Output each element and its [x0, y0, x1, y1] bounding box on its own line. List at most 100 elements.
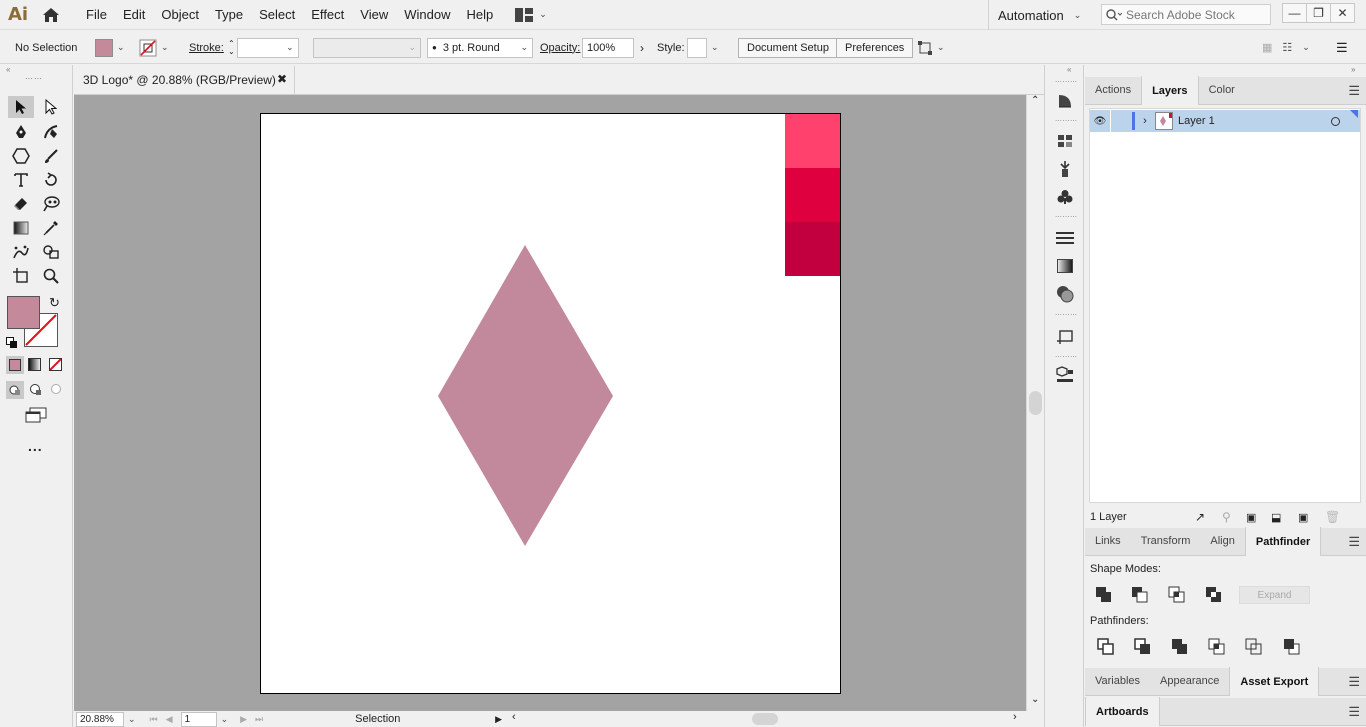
shape-builder-tool-icon[interactable]: [38, 241, 64, 263]
brushes-icon[interactable]: [1055, 159, 1075, 179]
scroll-up-icon[interactable]: ⌃: [1031, 95, 1039, 106]
opacity-control[interactable]: 100% ›: [582, 31, 644, 64]
panel-menu-icon[interactable]: ☰: [1348, 534, 1360, 550]
home-icon[interactable]: [36, 0, 66, 30]
draw-normal-icon[interactable]: [6, 381, 24, 399]
document-setup-button[interactable]: Document Setup: [738, 37, 838, 58]
arrange-documents-button[interactable]: ⌄: [515, 7, 547, 22]
opacity-field[interactable]: 100%: [582, 37, 634, 58]
symbols-icon[interactable]: [1055, 187, 1075, 207]
zoom-field[interactable]: 20.88%: [76, 711, 124, 727]
swatch-chip-1[interactable]: [785, 114, 840, 168]
status-menu-icon[interactable]: ▶: [495, 714, 502, 725]
symbol-sprayer-tool-icon[interactable]: [8, 241, 34, 263]
stroke-color-control[interactable]: ⌄: [139, 31, 169, 64]
artboard-number-field[interactable]: 1: [180, 711, 217, 727]
draw-inside-icon[interactable]: [50, 383, 63, 399]
unite-icon[interactable]: [1095, 586, 1113, 604]
default-fill-stroke-icon[interactable]: [6, 337, 18, 352]
vertical-scrollbar[interactable]: ⌃ ⌄: [1026, 95, 1044, 711]
next-artboard-icon[interactable]: ▶: [240, 714, 247, 725]
transparency-icon[interactable]: [1055, 284, 1075, 304]
menu-file[interactable]: File: [78, 0, 115, 30]
trim-icon[interactable]: [1134, 638, 1152, 656]
stroke-weight-field[interactable]: ⌄: [236, 37, 299, 58]
menu-help[interactable]: Help: [458, 0, 501, 30]
menu-view[interactable]: View: [352, 0, 396, 30]
menu-object[interactable]: Object: [153, 0, 207, 30]
scroll-right-icon[interactable]: ›: [1013, 711, 1017, 723]
scroll-down-icon[interactable]: ⌄: [1031, 694, 1039, 705]
selection-tool-icon[interactable]: [8, 96, 34, 118]
panel-menu-icon[interactable]: ☰: [1348, 83, 1360, 99]
tab-variables[interactable]: Variables: [1085, 667, 1150, 695]
gradient-tool-icon[interactable]: [8, 217, 34, 239]
tab-asset-export[interactable]: Asset Export: [1229, 667, 1320, 696]
status-tool-label[interactable]: Selection: [355, 713, 400, 725]
direct-selection-tool-icon[interactable]: [38, 96, 64, 118]
delete-layer-icon[interactable]: 🗑: [1325, 510, 1340, 524]
graphic-style-control[interactable]: ⌄: [687, 31, 719, 64]
divide-icon[interactable]: [1097, 638, 1115, 656]
tab-layers[interactable]: Layers: [1141, 76, 1199, 105]
edit-toolbar-button[interactable]: ...: [28, 438, 43, 454]
close-window-button[interactable]: ✕: [1330, 3, 1355, 23]
tab-transform[interactable]: Transform: [1131, 527, 1201, 555]
zoom-tool-icon[interactable]: [38, 265, 64, 287]
artboard-tool-icon[interactable]: [8, 265, 34, 287]
navigator-icon[interactable]: [1055, 91, 1075, 111]
vertical-scroll-thumb[interactable]: [1029, 391, 1042, 415]
collapse-dock-icon[interactable]: «: [1067, 65, 1072, 74]
preferences-button[interactable]: Preferences: [836, 37, 914, 58]
swap-fill-stroke-icon[interactable]: ↻: [49, 295, 60, 311]
swatch-chip-3[interactable]: [785, 222, 840, 276]
diamond-shape[interactable]: [261, 114, 842, 695]
horizontal-scroll-thumb[interactable]: [752, 713, 778, 725]
intersect-icon[interactable]: [1168, 586, 1186, 604]
rotate-tool-icon[interactable]: [38, 169, 64, 191]
tab-artboards[interactable]: Artboards: [1085, 697, 1160, 726]
expand-layer-icon[interactable]: ›: [1135, 115, 1155, 127]
tab-color[interactable]: Color: [1199, 76, 1245, 104]
dock-grip[interactable]: ⋯⋯⋯: [1055, 311, 1077, 319]
shape-tool-icon[interactable]: [8, 145, 34, 167]
menu-type[interactable]: Type: [207, 0, 251, 30]
canvas[interactable]: [74, 95, 1026, 711]
fill-color-control[interactable]: ⌄: [95, 31, 125, 64]
tab-align[interactable]: Align: [1200, 527, 1244, 555]
search-adobe-stock-input[interactable]: Search Adobe Stock: [1101, 4, 1271, 25]
fill-swatch[interactable]: [95, 38, 113, 57]
lock-toggle[interactable]: [1110, 110, 1132, 132]
visibility-eye-icon[interactable]: 👁: [1090, 116, 1110, 127]
layer-row[interactable]: 👁 › Layer 1: [1090, 110, 1360, 132]
horizontal-scrollbar[interactable]: ‹ ›: [508, 711, 1026, 727]
fill-color-swatch[interactable]: [7, 296, 40, 329]
swatches-icon[interactable]: [1055, 131, 1075, 151]
gradient-panel-icon[interactable]: [1055, 256, 1075, 276]
puppet-warp-tool-icon[interactable]: [38, 193, 64, 215]
paintbrush-tool-icon[interactable]: [38, 145, 64, 167]
style-swatch[interactable]: [687, 37, 707, 58]
prev-artboard-icon[interactable]: ◀: [166, 714, 173, 725]
stroke-label[interactable]: Stroke:: [189, 31, 224, 64]
minimize-button[interactable]: —: [1282, 3, 1307, 23]
restore-button[interactable]: ❐: [1306, 3, 1331, 23]
minus-back-icon[interactable]: [1283, 638, 1301, 656]
artboards-icon[interactable]: [1055, 326, 1075, 346]
pen-tool-icon[interactable]: [8, 121, 34, 143]
collapse-toolbar-icon[interactable]: «: [6, 65, 11, 74]
quick-actions-control[interactable]: ⌄: [917, 31, 945, 64]
control-panel-menu-icon[interactable]: ☰: [1336, 31, 1348, 64]
color-mode-icon[interactable]: [6, 356, 24, 374]
create-layer-icon[interactable]: ▣: [1298, 511, 1308, 524]
dock-grip[interactable]: ⋯⋯⋯: [1055, 78, 1077, 86]
dock-grip[interactable]: ⋯⋯⋯: [1055, 117, 1077, 125]
tab-appearance[interactable]: Appearance: [1150, 667, 1229, 695]
collect-for-export-icon[interactable]: ↗: [1195, 510, 1205, 524]
opacity-label[interactable]: Opacity:: [540, 31, 580, 64]
type-tool-icon[interactable]: [8, 169, 34, 191]
artboard[interactable]: [260, 113, 841, 694]
dock-grip[interactable]: ⋯⋯⋯: [1055, 213, 1077, 221]
workspace-switcher[interactable]: Automation ⌄: [988, 0, 1081, 30]
gradient-mode-icon[interactable]: [28, 358, 41, 371]
